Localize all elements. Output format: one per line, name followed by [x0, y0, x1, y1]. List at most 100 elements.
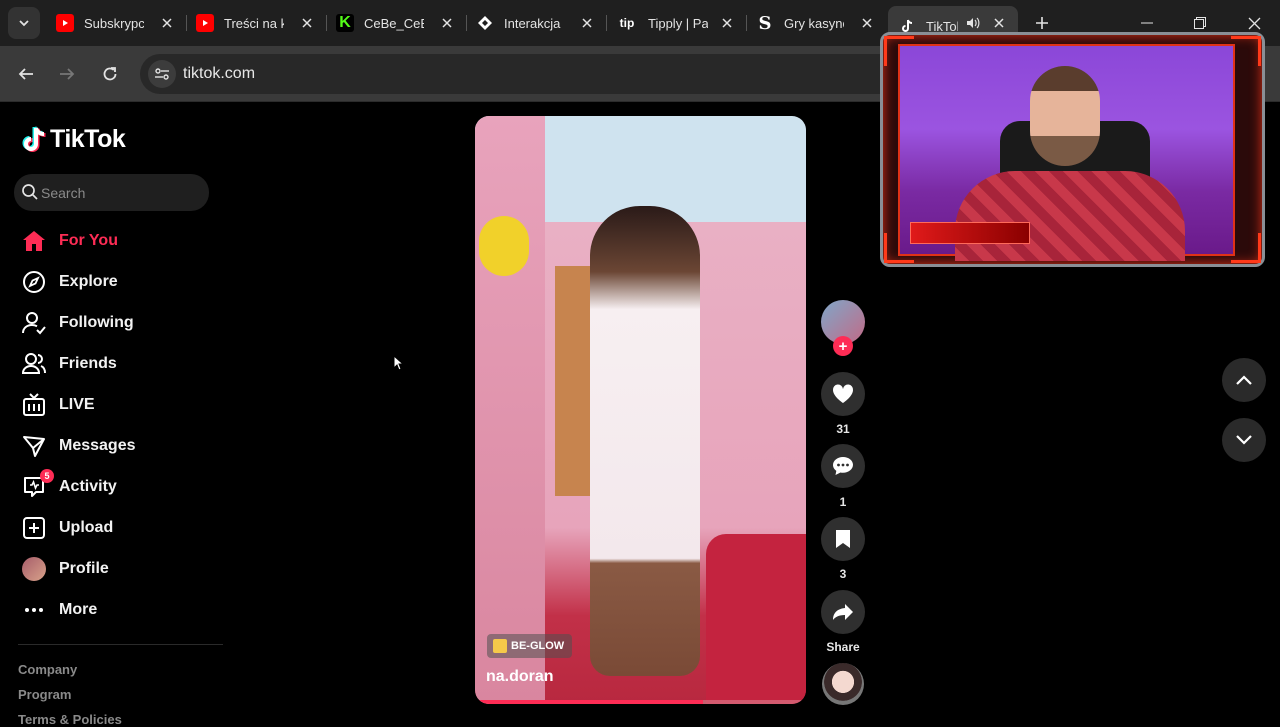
share-icon — [833, 604, 853, 620]
chevron-up-icon — [1236, 375, 1252, 385]
nav-label: Explore — [59, 273, 118, 290]
nav-profile[interactable]: Profile — [20, 553, 220, 585]
nav-following[interactable]: Following — [20, 307, 220, 339]
arrow-left-icon — [18, 68, 33, 80]
video-background-wall — [475, 116, 545, 704]
webcam-streamer-shirt — [955, 171, 1185, 261]
video-progress-fill — [475, 700, 704, 704]
nav-label: Profile — [59, 560, 109, 577]
youtube-icon — [196, 14, 214, 32]
arrow-right-icon — [60, 68, 75, 80]
reload-icon — [103, 67, 117, 81]
sidebar-divider — [18, 644, 223, 645]
tab-search-button[interactable] — [8, 7, 40, 39]
music-disc[interactable] — [822, 663, 864, 705]
video-player[interactable]: BE-GLOW na.doran — [475, 116, 806, 704]
comment-icon — [833, 457, 853, 475]
nav-label: Following — [59, 314, 134, 331]
effect-tag[interactable]: BE-GLOW — [487, 634, 573, 658]
tab-label: Tipply | Panel — [648, 15, 708, 31]
nav-label: More — [59, 601, 98, 618]
webcam-frame-corner — [1231, 36, 1261, 66]
webcam-frame-corner — [884, 233, 914, 263]
tab-label: CeBe_CeBe — [364, 15, 424, 31]
nav-for-you[interactable]: For You — [20, 225, 220, 257]
comment-button[interactable] — [821, 444, 865, 488]
tab-label: Interakcja — [504, 15, 561, 31]
close-tab-icon[interactable] — [990, 14, 1008, 32]
webcam-decor-bar — [910, 222, 1030, 244]
nav-activity[interactable]: 5 Activity — [20, 469, 220, 503]
close-tab-icon[interactable] — [718, 14, 736, 32]
share-label: Share — [826, 640, 860, 654]
nav-explore[interactable]: Explore — [20, 266, 220, 298]
video-progress-bar[interactable] — [475, 700, 806, 704]
tab-cebe[interactable]: K CeBe_CeBe — [326, 6, 466, 40]
close-tab-icon[interactable] — [858, 14, 876, 32]
close-tab-icon[interactable] — [438, 14, 456, 32]
tab-tresci[interactable]: Treści na kanale — [186, 6, 326, 40]
nav-messages[interactable]: Messages — [20, 430, 220, 462]
kick-icon: K — [336, 14, 354, 32]
webcam-feed — [898, 44, 1235, 261]
tiktok-icon — [22, 125, 46, 152]
nav-label: Activity — [59, 478, 117, 495]
audio-playing-icon[interactable] — [966, 17, 980, 32]
tab-subskrypcje[interactable]: Subskrypcje — [46, 6, 186, 40]
url-text[interactable]: tiktok.com — [183, 65, 255, 83]
webcam-frame-corner — [884, 36, 914, 66]
mouse-cursor-icon — [393, 355, 403, 371]
footer-link-program[interactable]: Program — [18, 687, 71, 702]
back-button[interactable] — [10, 58, 42, 90]
activity-badge: 5 — [40, 469, 54, 483]
video-bed — [706, 534, 806, 704]
tab-label: Gry kasynowe — [784, 15, 844, 31]
nav-label: LIVE — [59, 396, 95, 413]
tab-label: Treści na kanale — [224, 15, 284, 31]
close-tab-icon[interactable] — [158, 14, 176, 32]
nav-label: Messages — [59, 437, 136, 454]
like-button[interactable] — [821, 372, 865, 416]
heart-icon — [832, 384, 854, 403]
webcam-overlay — [880, 32, 1265, 267]
like-count: 31 — [836, 422, 850, 436]
nav-more[interactable]: More — [20, 594, 220, 626]
tab-tipply[interactable]: tip Tipply | Panel — [606, 6, 746, 40]
save-button[interactable] — [821, 517, 865, 561]
next-video-button[interactable] — [1222, 418, 1266, 462]
effect-icon — [493, 639, 507, 653]
youtube-icon — [56, 14, 74, 32]
webcam-frame-corner — [1231, 233, 1261, 263]
tab-gry[interactable]: S Gry kasynowe — [746, 6, 886, 40]
upload-icon — [20, 514, 48, 542]
nav-upload[interactable]: Upload — [20, 512, 220, 544]
activity-icon: 5 — [20, 469, 54, 501]
address-bar[interactable]: tiktok.com — [140, 54, 900, 94]
tab-label: Subskrypcje — [84, 15, 144, 31]
bookmark-icon — [836, 530, 850, 548]
search-input[interactable]: Search — [14, 174, 209, 211]
close-tab-icon[interactable] — [578, 14, 596, 32]
nav-friends[interactable]: Friends — [20, 348, 220, 380]
forward-button[interactable] — [51, 58, 83, 90]
home-icon — [20, 227, 48, 255]
nav-live[interactable]: LIVE — [20, 389, 220, 421]
friends-icon — [20, 350, 48, 378]
video-toy — [479, 216, 529, 276]
close-tab-icon[interactable] — [298, 14, 316, 32]
more-icon — [20, 596, 48, 624]
following-icon — [20, 309, 48, 337]
tiktok-logo[interactable]: TikTok — [22, 125, 126, 154]
video-author[interactable]: na.doran — [486, 668, 554, 686]
site-settings-icon[interactable] — [148, 60, 176, 88]
tip-icon: tip — [619, 16, 635, 30]
webcam-streamer — [1030, 66, 1100, 166]
live-icon — [20, 391, 48, 419]
follow-plus-icon[interactable]: + — [833, 336, 853, 356]
footer-link-company[interactable]: Company — [18, 662, 77, 677]
chevron-down-icon — [19, 20, 29, 27]
previous-video-button[interactable] — [1222, 358, 1266, 402]
reload-button[interactable] — [94, 58, 126, 90]
tab-interakcja[interactable]: Interakcja — [466, 6, 606, 40]
share-button[interactable] — [821, 590, 865, 634]
